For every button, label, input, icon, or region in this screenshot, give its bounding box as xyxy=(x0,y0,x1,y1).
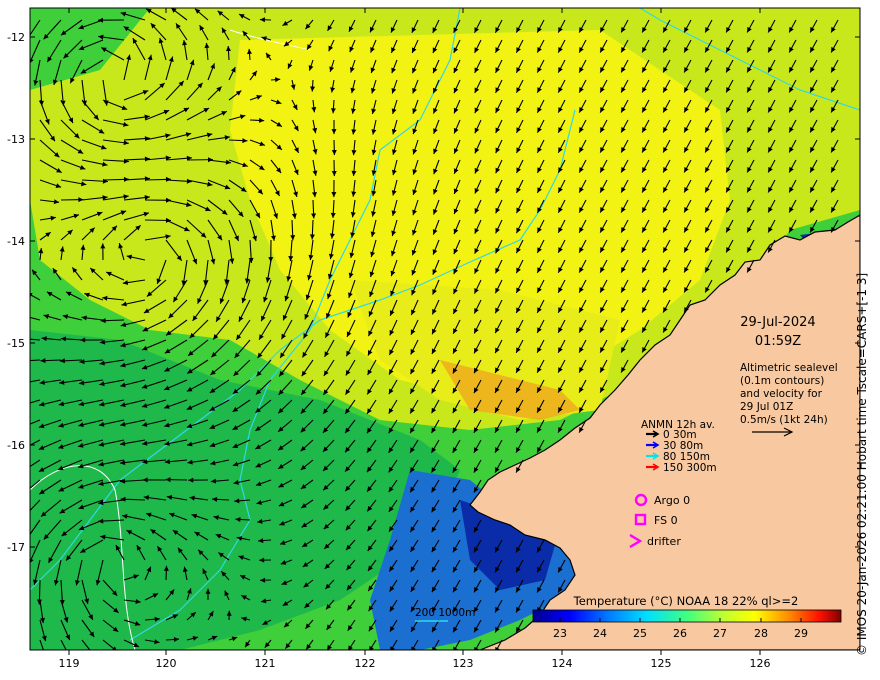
lon-tick-label: 123 xyxy=(453,657,474,670)
colorbar-ramp xyxy=(532,609,842,623)
anmn-legend-label: 150 300m xyxy=(663,462,717,474)
colorbar-tick-label: 27 xyxy=(713,627,727,640)
lat-tick-label: -12 xyxy=(7,31,25,44)
colorbar-tick-label: 28 xyxy=(754,627,768,640)
colorbar-tick-label: 29 xyxy=(794,627,808,640)
lat-tick-label: -15 xyxy=(7,337,25,350)
colorbar-tick-label: 25 xyxy=(633,627,647,640)
isobath-legend-label: 200 1000m xyxy=(415,607,475,619)
altimetry-note-line: and velocity for xyxy=(740,388,823,400)
sst-map-figure: 119 120 121 122 123 124 125 126 -12 -13 -14 -15 -16… xyxy=(7,7,861,670)
colorbar-tick-label: 24 xyxy=(593,627,607,640)
fs-label: FS 0 xyxy=(654,514,678,527)
altimetry-note-line: 0.5m/s (1kt 24h) xyxy=(740,414,828,426)
map-time: 01:59Z xyxy=(755,334,801,349)
altimetry-note-line: (0.1m contours) xyxy=(740,375,824,387)
map-area xyxy=(30,8,860,650)
argo-label: Argo 0 xyxy=(654,494,690,507)
colorbar-title: Temperature (°C) NOAA 18 22% ql>=2 xyxy=(573,594,799,608)
altimetry-note-line: Altimetric sealevel xyxy=(740,362,838,374)
lat-tick-label: -17 xyxy=(7,541,25,554)
lon-tick-label: 121 xyxy=(255,657,276,670)
lon-tick-label: 120 xyxy=(156,657,177,670)
lat-tick-label: -13 xyxy=(7,133,25,146)
map-date: 29-Jul-2024 xyxy=(740,315,815,330)
colorbar-tick-label: 23 xyxy=(553,627,567,640)
altimetry-note-line: 29 Jul 01Z xyxy=(740,401,793,413)
lat-tick-label: -16 xyxy=(7,439,25,452)
drifter-label: drifter xyxy=(647,535,681,548)
isobath-legend: 200 1000m xyxy=(415,607,475,622)
lon-tick-label: 119 xyxy=(59,657,80,670)
lon-tick-label: 122 xyxy=(355,657,376,670)
lon-tick-label: 125 xyxy=(651,657,672,670)
credit-line: © IMOS 20-Jan-2026 02:21:00 Hobart time … xyxy=(855,272,869,656)
lon-tick-label: 124 xyxy=(552,657,573,670)
lon-tick-label: 126 xyxy=(750,657,771,670)
colorbar-tick-label: 26 xyxy=(673,627,687,640)
lat-tick-label: -14 xyxy=(7,235,25,248)
